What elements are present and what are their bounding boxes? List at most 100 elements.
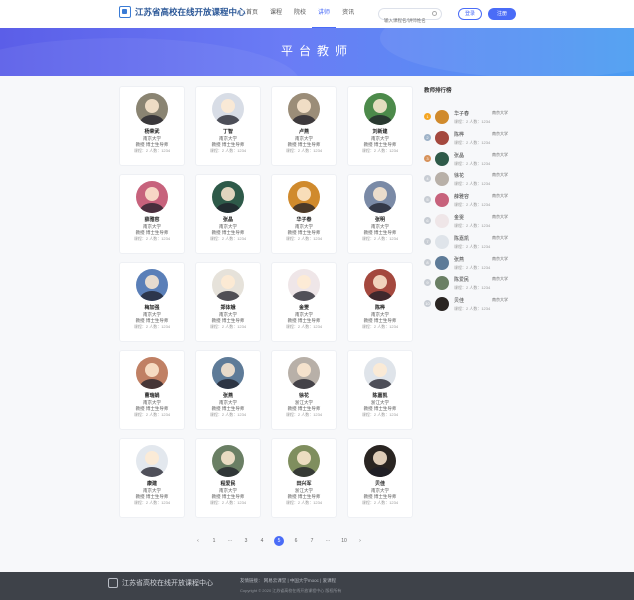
ranking-item[interactable]: 5 薛雅容 南京大学 课程：2 人数：1234 (424, 191, 520, 211)
teacher-name[interactable]: 张明 (348, 217, 412, 224)
teacher-name[interactable]: 田兴军 (272, 481, 336, 488)
teacher-avatar[interactable] (136, 181, 168, 213)
teacher-avatar[interactable] (288, 181, 320, 213)
teacher-card[interactable]: 刘新建 南京大学 教授 博士生导师 课程：2 人数：1234 (347, 86, 413, 166)
teacher-card[interactable]: 华子春 南京大学 教授 博士生导师 课程：2 人数：1234 (271, 174, 337, 254)
teacher-card[interactable]: 徐花 浙江大学 教授 博士生导师 课程：2 人数：1234 (271, 350, 337, 430)
ranking-name[interactable]: 陈桦 (454, 131, 464, 138)
search-icon[interactable] (432, 11, 437, 16)
teacher-card[interactable]: 程爱民 南京大学 教授 博士生导师 课程：2 人数：1234 (195, 438, 261, 518)
teacher-card[interactable]: 张晶 南京大学 教授 博士生导师 课程：2 人数：1234 (195, 174, 261, 254)
ranking-name[interactable]: 华子春 (454, 110, 469, 117)
teacher-card[interactable]: 梅加强 南京大学 教授 博士生导师 课程：2 人数：1234 (119, 262, 185, 342)
ranking-name[interactable]: 陈嘉凯 (454, 235, 469, 242)
teacher-card[interactable]: 张燕 南京大学 教授 博士生导师 课程：2 人数：1234 (195, 350, 261, 430)
ranking-item[interactable]: 3 张晶 南京大学 课程：2 人数：1234 (424, 150, 520, 170)
teacher-card[interactable]: 金雯 南京大学 教授 博士生导师 课程：2 人数：1234 (271, 262, 337, 342)
ranking-item[interactable]: 2 陈桦 南京大学 课程：2 人数：1234 (424, 129, 520, 149)
teacher-name[interactable]: 郑体娥 (196, 305, 260, 312)
next-page-icon[interactable]: › (356, 538, 364, 544)
ranking-item[interactable]: 7 陈嘉凯 南京大学 课程：2 人数：1234 (424, 233, 520, 253)
page-1[interactable]: 1 (210, 538, 218, 544)
teacher-name[interactable]: 康建 (120, 481, 184, 488)
teacher-card[interactable]: 丁智 南京大学 教授 博士生导师 课程：2 人数：1234 (195, 86, 261, 166)
ranking-item[interactable]: 6 金雯 南京大学 课程：2 人数：1234 (424, 212, 520, 232)
teacher-avatar[interactable] (212, 357, 244, 389)
teacher-name[interactable]: 张燕 (196, 393, 260, 400)
nav-teachers[interactable]: 讲师 (312, 0, 337, 28)
page-3[interactable]: 3 (242, 538, 250, 544)
page-5[interactable]: 5 (274, 536, 284, 546)
teacher-name[interactable]: 陈桦 (348, 305, 412, 312)
teacher-avatar[interactable] (136, 269, 168, 301)
search-input[interactable] (384, 15, 434, 26)
teacher-card[interactable]: 曹瑞娟 南京大学 教授 博士生导师 课程：2 人数：1234 (119, 350, 185, 430)
teacher-avatar[interactable] (212, 269, 244, 301)
teacher-name[interactable]: 陈嘉凯 (348, 393, 412, 400)
page-6[interactable]: 6 (292, 538, 300, 544)
teacher-name[interactable]: 华子春 (272, 217, 336, 224)
teacher-name[interactable]: 程爱民 (196, 481, 260, 488)
ranking-item[interactable]: 1 华子春 南京大学 课程：2 人数：1234 (424, 108, 520, 128)
teacher-name[interactable]: 刘新建 (348, 129, 412, 136)
ranking-item[interactable]: 4 徐花 南京大学 课程：2 人数：1234 (424, 170, 520, 190)
teacher-avatar[interactable] (136, 93, 168, 125)
teacher-avatar[interactable] (288, 445, 320, 477)
teacher-card[interactable]: 贝佳 南京大学 教授 博士生导师 课程：2 人数：1234 (347, 438, 413, 518)
page-10[interactable]: 10 (340, 538, 348, 544)
register-button[interactable]: 注册 (488, 8, 516, 20)
teacher-avatar[interactable] (136, 445, 168, 477)
prev-page-icon[interactable]: ‹ (194, 538, 202, 544)
teacher-card[interactable]: 康建 南京大学 教授 博士生导师 课程：2 人数：1234 (119, 438, 185, 518)
teacher-name[interactable]: 曹瑞娟 (120, 393, 184, 400)
teacher-card[interactable]: 薛雅容 南京大学 教授 博士生导师 课程：2 人数：1234 (119, 174, 185, 254)
page-4[interactable]: 4 (258, 538, 266, 544)
teacher-card[interactable]: 卢燕 南京大学 教授 博士生导师 课程：2 人数：1234 (271, 86, 337, 166)
ranking-name[interactable]: 陈爱民 (454, 276, 469, 283)
teacher-avatar[interactable] (364, 445, 396, 477)
nav-courses[interactable]: 课程 (264, 0, 288, 28)
teacher-avatar[interactable] (364, 93, 396, 125)
footer-links[interactable]: 友情链接： 网易云课堂 | 中国大学mooc | 爱课程 (240, 578, 336, 584)
teacher-avatar[interactable] (364, 181, 396, 213)
teacher-avatar[interactable] (212, 93, 244, 125)
teacher-card[interactable]: 郑体娥 南京大学 教授 博士生导师 课程：2 人数：1234 (195, 262, 261, 342)
teacher-name[interactable]: 梅加强 (120, 305, 184, 312)
teacher-name[interactable]: 薛雅容 (120, 217, 184, 224)
teacher-name[interactable]: 徐花 (272, 393, 336, 400)
teacher-name[interactable]: 丁智 (196, 129, 260, 136)
teacher-card[interactable]: 张明 南京大学 教授 博士生导师 课程：2 人数：1234 (347, 174, 413, 254)
page-7[interactable]: 7 (308, 538, 316, 544)
teacher-card[interactable]: 陈桦 南京大学 教授 博士生导师 课程：2 人数：1234 (347, 262, 413, 342)
nav-home[interactable]: 首页 (240, 0, 264, 28)
ranking-name[interactable]: 薛雅容 (454, 193, 469, 200)
teacher-avatar[interactable] (288, 269, 320, 301)
teacher-card[interactable]: 杨荣武 南京大学 教授 博士生导师 课程：2 人数：1234 (119, 86, 185, 166)
ranking-item[interactable]: 8 张燕 南京大学 课程：2 人数：1234 (424, 254, 520, 274)
teacher-avatar[interactable] (136, 357, 168, 389)
nav-schools[interactable]: 院校 (288, 0, 312, 28)
ranking-item[interactable]: 10 贝佳 南京大学 课程：2 人数：1234 (424, 295, 520, 315)
site-logo[interactable]: 江苏省高校在线开放课程中心 (119, 6, 246, 18)
teacher-avatar[interactable] (288, 93, 320, 125)
teacher-avatar[interactable] (364, 269, 396, 301)
login-button[interactable]: 登录 (458, 8, 482, 20)
teacher-name[interactable]: 贝佳 (348, 481, 412, 488)
ranking-item[interactable]: 9 陈爱民 南京大学 课程：2 人数：1234 (424, 274, 520, 294)
ranking-name[interactable]: 徐花 (454, 172, 464, 179)
teacher-name[interactable]: 张晶 (196, 217, 260, 224)
teacher-name[interactable]: 卢燕 (272, 129, 336, 136)
ranking-name[interactable]: 金雯 (454, 214, 464, 221)
teacher-avatar[interactable] (288, 357, 320, 389)
teacher-card[interactable]: 田兴军 浙江大学 教授 博士生导师 课程：2 人数：1234 (271, 438, 337, 518)
ranking-name[interactable]: 张燕 (454, 256, 464, 263)
teacher-name[interactable]: 金雯 (272, 305, 336, 312)
teacher-card[interactable]: 陈嘉凯 浙江大学 教授 博士生导师 课程：2 人数：1234 (347, 350, 413, 430)
ranking-name[interactable]: 贝佳 (454, 297, 464, 304)
teacher-avatar[interactable] (212, 445, 244, 477)
teacher-avatar[interactable] (212, 181, 244, 213)
teacher-name[interactable]: 杨荣武 (120, 129, 184, 136)
ranking-name[interactable]: 张晶 (454, 152, 464, 159)
teacher-avatar[interactable] (364, 357, 396, 389)
nav-news[interactable]: 资讯 (336, 0, 360, 28)
